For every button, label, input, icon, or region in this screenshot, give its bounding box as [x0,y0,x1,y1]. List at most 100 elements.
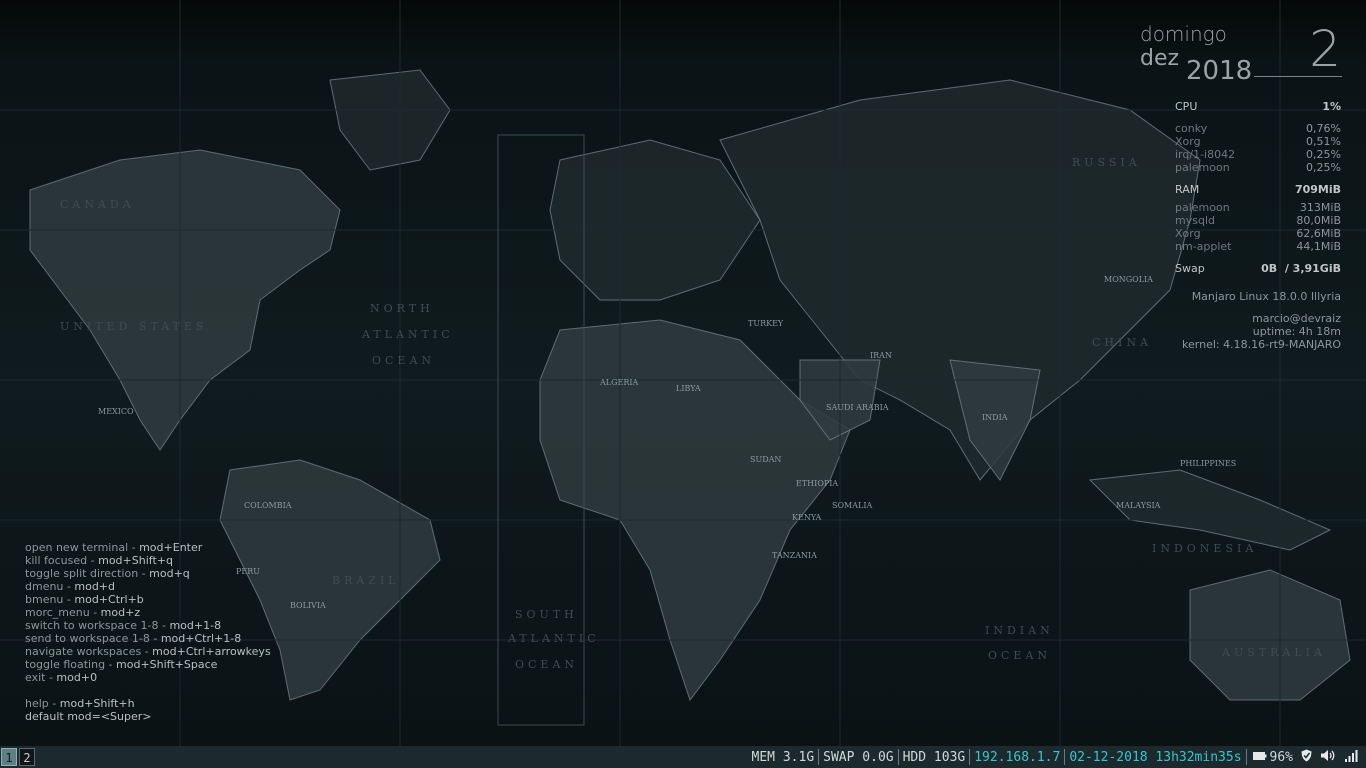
ram-process-row: Xorg 62,6MiB [1175,227,1341,240]
help-line: exit - mod+0 [25,671,98,684]
region-label: MEXICO [98,407,134,416]
help-line: bmenu - mod+Ctrl+b [25,593,144,606]
ocean-label: NORTH [370,302,434,315]
region-label: ALGERIA [599,378,639,387]
help-line: kill focused - mod+Shift+q [25,554,173,567]
swap-status: SWAP 0.0G [823,749,894,765]
ram-process-row: mysqld 80,0MiB [1175,214,1341,227]
ram-process-row: palemoon 313MiB [1175,201,1341,214]
ram-label: RAM [1175,183,1200,196]
cpu-process-row: palemoon 0,25% [1175,161,1341,174]
help-line: dmenu - mod+d [25,580,116,593]
process-value: 0,25% [1306,161,1341,174]
distro-label: Manjaro Linux 18.0.0 Illyria [1191,290,1341,303]
cpu-process-row: Xorg 0,51% [1175,135,1341,148]
region-label: SAUDI ARABIA [826,403,889,412]
ocean-label: SOUTH [515,608,578,621]
region-label: UNITED STATES [60,320,207,333]
region-label: PHILIPPINES [1180,459,1236,468]
process-name: mysqld [1175,214,1215,227]
cpu-row: CPU 1% [1175,100,1341,113]
process-value: 0,76% [1306,122,1341,135]
process-value: 0,51% [1306,135,1341,148]
process-name: Xorg [1175,227,1201,240]
region-label: AUSTRALIA [1221,646,1326,659]
user-host-label: marcio@devraiz [1252,312,1341,325]
ocean-label: OCEAN [372,354,435,367]
ocean-label: OCEAN [988,649,1051,662]
region-label: CANADA [60,198,135,211]
hdd-status: HDD 103G [902,749,966,765]
status-bar: 1 2 MEM 3.1G SWAP 0.0G HDD 103G 192.168.… [0,746,1366,768]
conky-stats-widget: CPU 1% conky 0,76% Xorg 0,51% irq/1-i804… [1175,100,1341,275]
workspace-button-2[interactable]: 2 [19,748,35,766]
process-value: 0,25% [1306,148,1341,161]
battery-icon[interactable] [1252,750,1267,764]
ocean-label: OCEAN [515,658,578,671]
cpu-label: CPU [1175,100,1198,113]
ip-status: 192.168.1.7 [974,749,1061,765]
region-label: ETHIOPIA [796,479,838,488]
region-label: LIBYA [676,384,701,393]
swap-row: Swap 0B / 3,91GiB [1175,262,1341,275]
region-label: MONGOLIA [1104,275,1153,284]
volume-icon[interactable] [1320,749,1336,765]
system-info: Manjaro Linux 18.0.0 Illyria marcio@devr… [1081,290,1341,351]
process-name: irq/1-i8042 [1175,148,1236,161]
region-label: BOLIVIA [290,601,326,610]
cpu-process-row: conky 0,76% [1175,122,1341,135]
separator [1245,749,1247,765]
date-divider [1254,76,1342,77]
region-label: COLOMBIA [244,501,292,510]
shield-icon[interactable] [1301,749,1312,765]
process-value: 62,6MiB [1296,227,1341,240]
ocean-label: INDIAN [985,624,1054,637]
conky-date-widget: domingo dez 2018 2 [1140,20,1345,86]
region-label: TANZANIA [772,551,817,560]
ram-value: 709MiB [1294,183,1341,196]
region-label: BRAZIL [332,574,400,587]
ram-process-row: nm-applet 44,1MiB [1175,240,1341,253]
cpu-process-row: irq/1-i8042 0,25% [1175,148,1341,161]
kernel-label: kernel: 4.18.16-rt9-MANJARO [1182,338,1341,351]
help-line: help - mod+Shift+h [25,697,135,710]
cpu-value: 1% [1322,100,1341,113]
region-label: SUDAN [750,455,781,464]
ram-row: RAM 709MiB [1175,183,1341,196]
process-value: 313MiB [1299,201,1341,214]
uptime-label: uptime: 4h 18m [1252,325,1341,338]
default-mod-label: default mod=<Super> [25,710,152,723]
region-label: MALAYSIA [1116,501,1161,510]
help-line: switch to workspace 1-8 - mod+1-8 [25,619,222,632]
help-line: send to workspace 1-8 - mod+Ctrl+1-8 [25,632,242,645]
region-label: INDONESIA [1152,542,1257,555]
region-label: IRAN [870,351,892,360]
help-line: toggle split direction - mod+q [25,567,190,580]
region-label: SOMALIA [832,501,872,510]
swap-value: 0B / 3,91GiB [1261,262,1341,275]
help-line: navigate workspaces - mod+Ctrl+arrowkeys [25,645,271,658]
weekday-label: domingo [1140,22,1227,46]
help-line: open new terminal - mod+Enter [25,541,203,554]
process-value: 80,0MiB [1296,214,1341,227]
help-line: toggle floating - mod+Shift+Space [25,658,218,671]
region-label: TURKEY [748,319,784,328]
process-name: Xorg [1175,135,1201,148]
year-label: 2018 [1186,56,1253,86]
process-name: palemoon [1175,201,1230,214]
month-label: dez [1140,46,1180,71]
wifi-icon[interactable] [1344,749,1358,766]
process-name: palemoon [1175,161,1230,174]
process-name: nm-applet [1175,240,1232,253]
day-label: 2 [1309,20,1341,78]
system-tray: 96% [1252,749,1358,766]
swap-label: Swap [1175,262,1205,275]
help-line: morc_menu - mod+z [25,606,141,619]
battery-percent: 96% [1269,749,1293,765]
mem-status: MEM 3.1G [751,749,815,765]
region-label: RUSSIA [1072,156,1141,169]
status-blocks: MEM 3.1G SWAP 0.0G HDD 103G 192.168.1.7 … [748,746,1358,768]
process-name: conky [1175,122,1208,135]
region-label: KENYA [792,513,821,522]
workspace-button-1[interactable]: 1 [1,748,17,766]
